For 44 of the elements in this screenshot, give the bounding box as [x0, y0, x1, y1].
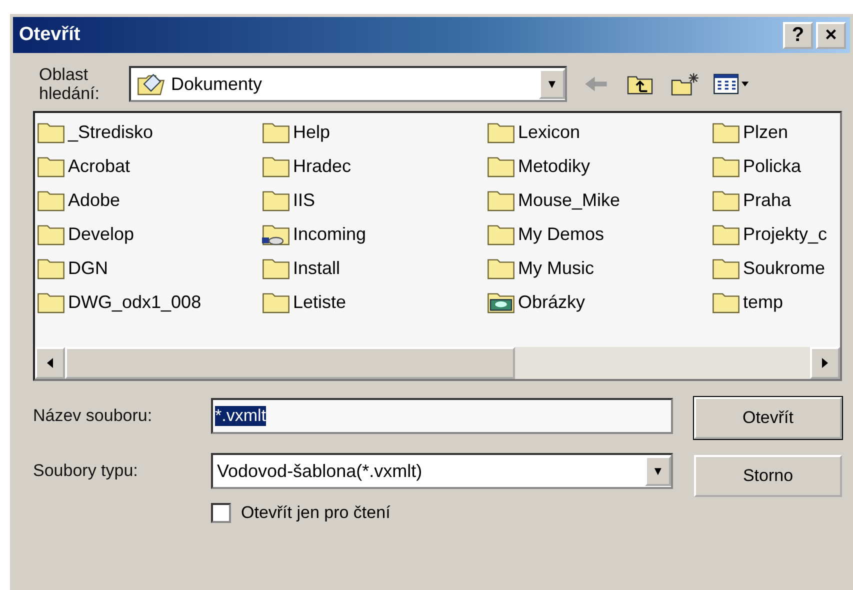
- folder-item[interactable]: Plzen: [712, 115, 840, 149]
- folder-item[interactable]: Develop: [37, 217, 262, 251]
- folder-item[interactable]: _Stredisko: [37, 115, 262, 149]
- folder-item[interactable]: My Demos: [487, 217, 712, 251]
- folder-icon: [137, 72, 165, 96]
- scroll-right-icon[interactable]: [810, 347, 840, 379]
- open-button[interactable]: Otevřít: [694, 397, 842, 439]
- close-button[interactable]: ×: [816, 22, 846, 48]
- folder-item[interactable]: Policka: [712, 149, 840, 183]
- folder-item[interactable]: Obrázky: [487, 285, 712, 319]
- folder-item[interactable]: IIS: [262, 183, 487, 217]
- folder-item[interactable]: Help: [262, 115, 487, 149]
- horizontal-scrollbar[interactable]: [35, 347, 840, 379]
- new-folder-icon[interactable]: [669, 72, 699, 96]
- folder-item[interactable]: Lexicon: [487, 115, 712, 149]
- file-type-dropdown[interactable]: Vodovod-šablona(*.vxmlt) ▼: [211, 453, 673, 489]
- look-in-label: Oblast hledání:: [39, 65, 100, 103]
- view-menu-icon[interactable]: [713, 72, 751, 96]
- folder-item[interactable]: Soukrome: [712, 251, 840, 285]
- read-only-label: Otevřít jen pro čtení: [241, 503, 390, 523]
- folder-item[interactable]: Install: [262, 251, 487, 285]
- folder-item[interactable]: Incoming: [262, 217, 487, 251]
- folder-item[interactable]: Mouse_Mike: [487, 183, 712, 217]
- folder-item[interactable]: Praha: [712, 183, 840, 217]
- cancel-button[interactable]: Storno: [694, 455, 842, 497]
- file-type-label: Soubory typu:: [33, 461, 139, 481]
- folder-item[interactable]: DWG_odx1_008: [37, 285, 262, 319]
- folder-item[interactable]: DGN: [37, 251, 262, 285]
- folder-item[interactable]: Projekty_c: [712, 217, 840, 251]
- scroll-left-icon[interactable]: [35, 347, 65, 379]
- folder-item[interactable]: Hradec: [262, 149, 487, 183]
- folder-item[interactable]: Adobe: [37, 183, 262, 217]
- folder-item[interactable]: Metodiky: [487, 149, 712, 183]
- folder-item[interactable]: temp: [712, 285, 840, 319]
- file-name-field[interactable]: *.vxmlt: [211, 398, 673, 434]
- help-button[interactable]: ?: [783, 22, 813, 48]
- file-name-label: Název souboru:: [33, 406, 154, 426]
- window-title: Otevřít: [19, 24, 80, 46]
- read-only-checkbox[interactable]: [211, 503, 231, 523]
- scroll-thumb[interactable]: [65, 347, 515, 379]
- folder-item[interactable]: Letiste: [262, 285, 487, 319]
- folder-item[interactable]: Acrobat: [37, 149, 262, 183]
- folder-item[interactable]: My Music: [487, 251, 712, 285]
- look-in-dropdown[interactable]: Dokumenty ▼: [129, 66, 567, 102]
